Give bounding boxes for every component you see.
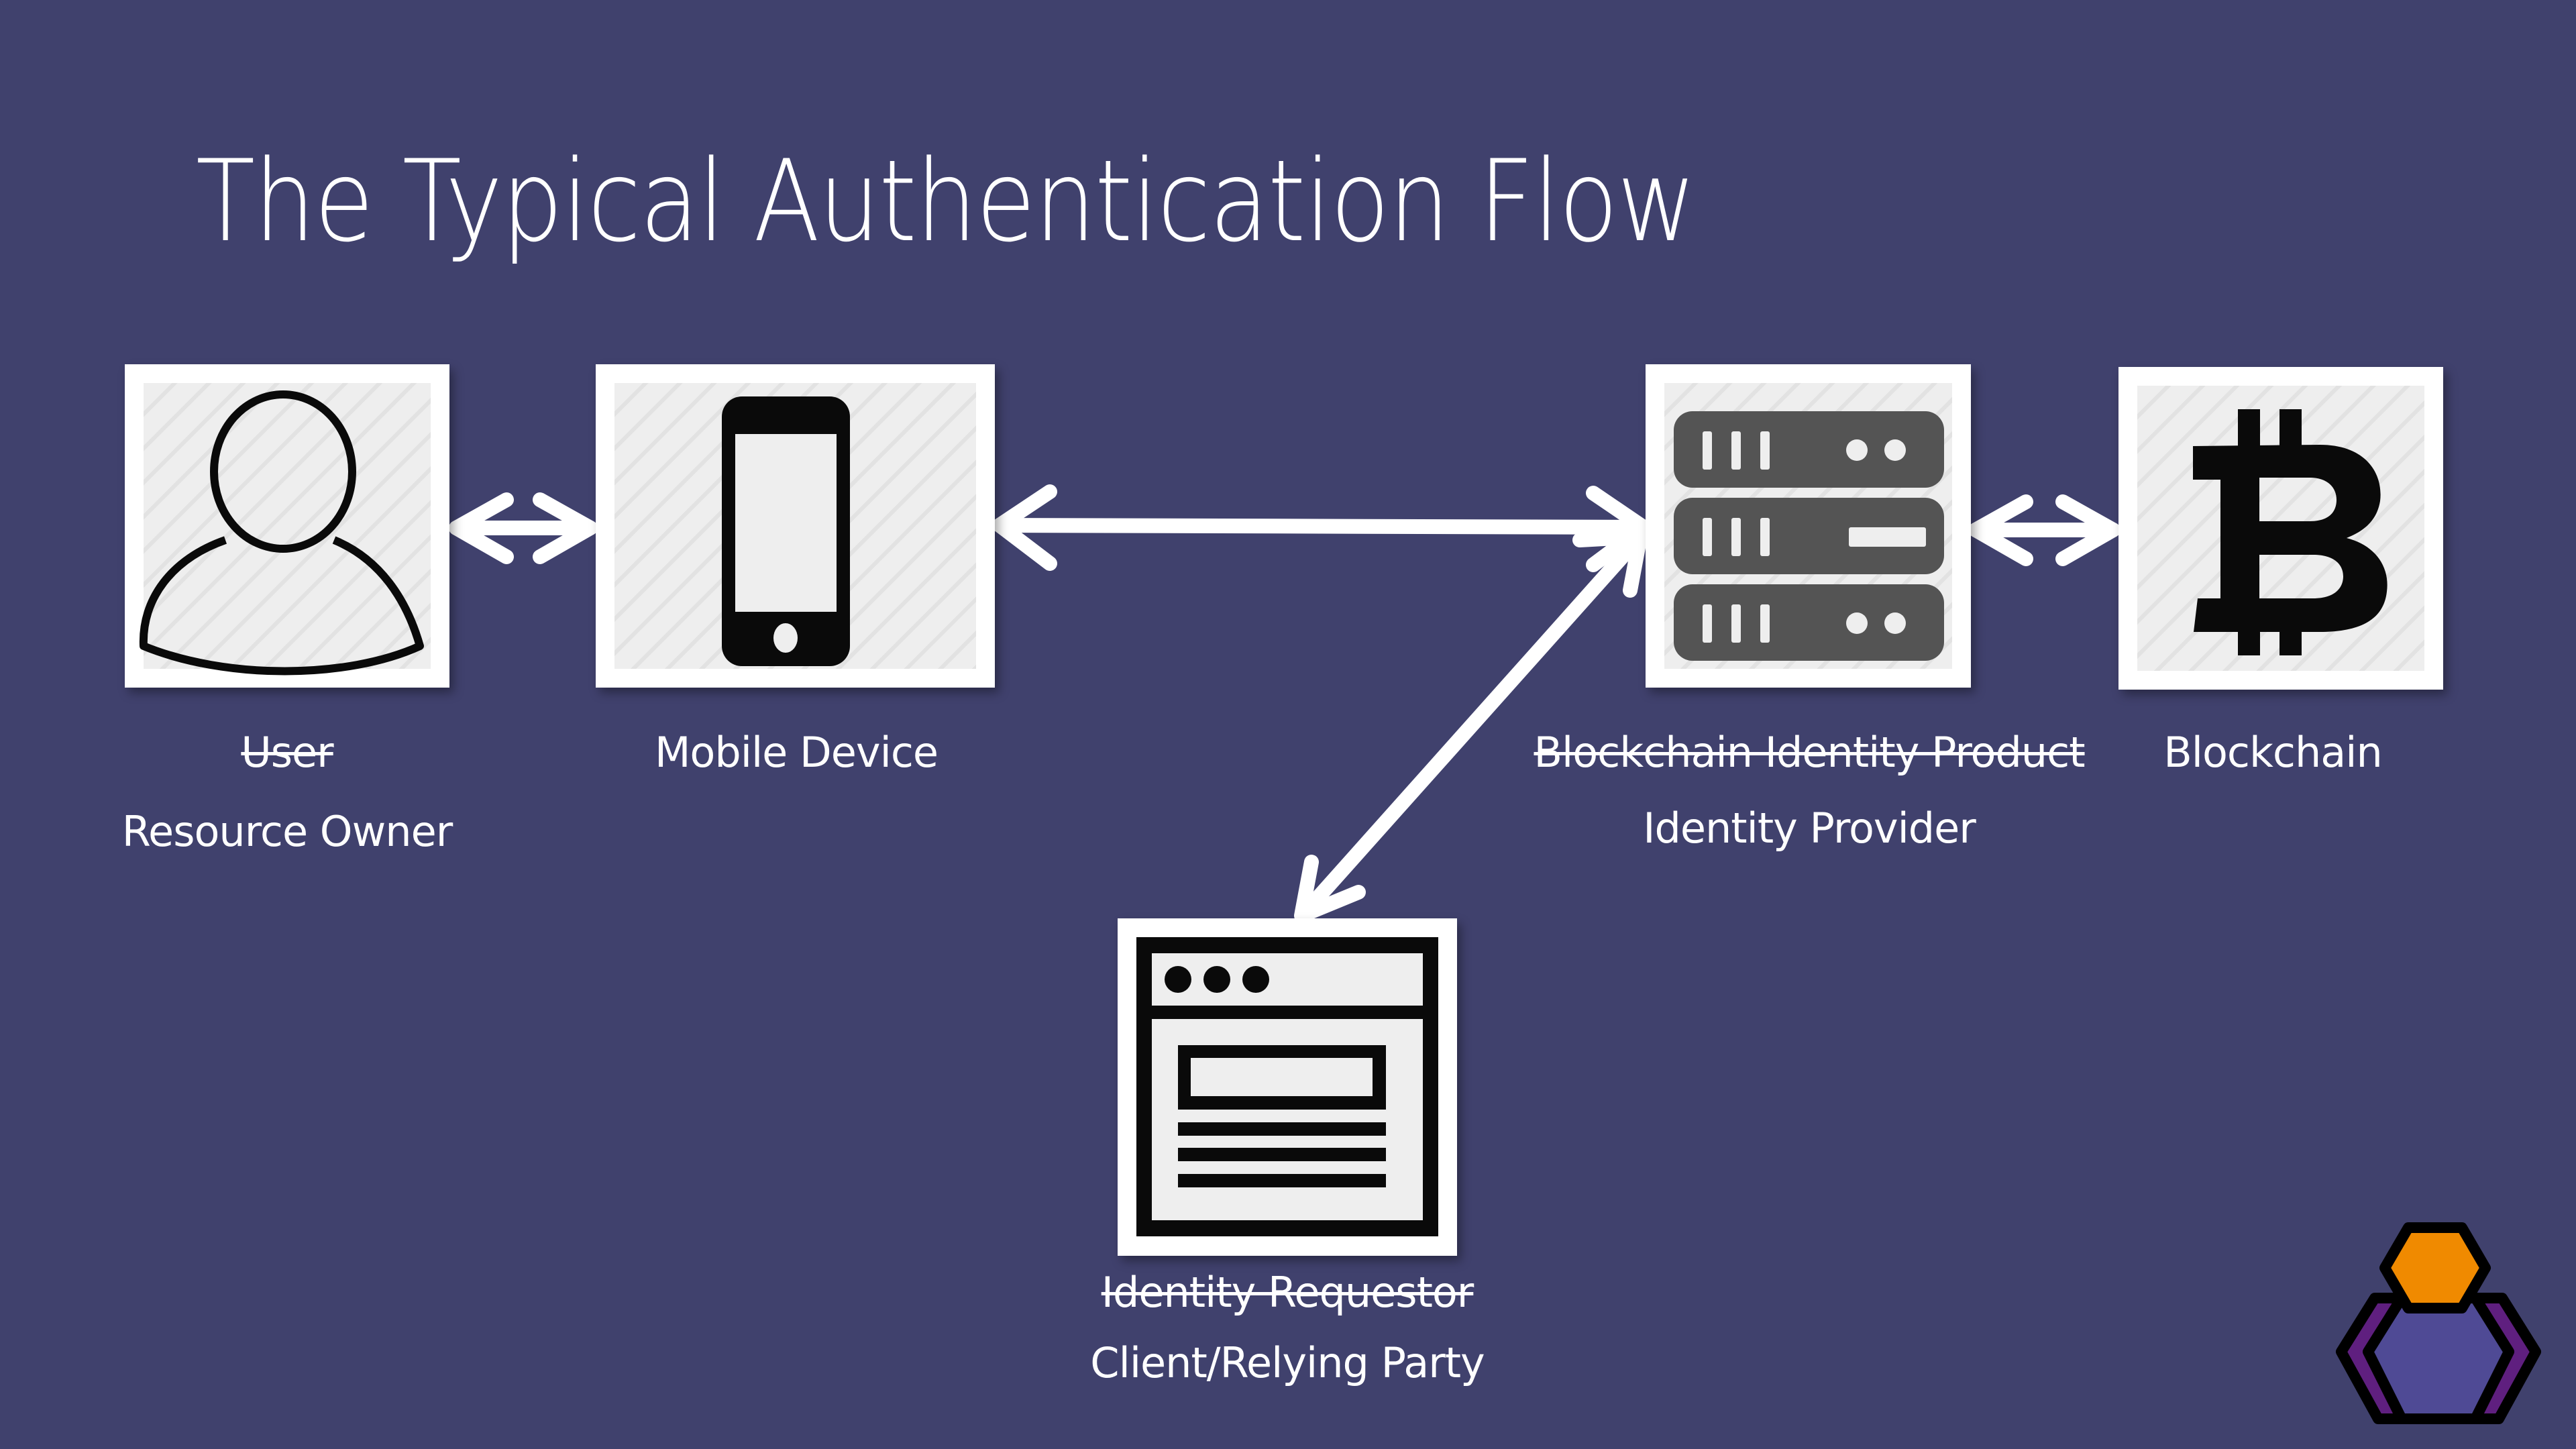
slide-title: The Typical Authentication Flow [196, 136, 1697, 267]
arrow-identity-provider-blockchain [1968, 494, 2121, 566]
bitcoin-icon [2193, 409, 2387, 655]
mobile-label: Mobile Device [654, 728, 938, 777]
user-label: Resource Owner [121, 807, 453, 856]
identity-provider-old-label: Blockchain Identity Product [1534, 728, 2085, 777]
node-mobile-device[interactable] [596, 364, 995, 688]
user-old-label: User [241, 728, 333, 777]
node-client[interactable] [1118, 918, 1457, 1256]
mobile-phone-icon [722, 396, 850, 666]
arrow-mobile-identity-provider [992, 484, 1651, 572]
client-old-label: Identity Requestor [1101, 1268, 1474, 1317]
node-user[interactable] [125, 364, 449, 688]
node-blockchain[interactable] [2118, 367, 2443, 690]
blockchain-label: Blockchain [2163, 728, 2383, 777]
arrow-user-mobile [449, 492, 598, 564]
client-label: Client/Relying Party [1090, 1338, 1485, 1387]
node-identity-provider[interactable] [1646, 364, 1971, 688]
arrow-identity-provider-client [1294, 529, 1648, 923]
server-rack-icon [1674, 411, 1944, 661]
browser-window-icon [1136, 937, 1438, 1236]
user-icon [139, 390, 424, 676]
hexagon-logo-icon [2336, 1222, 2541, 1424]
identity-provider-label: Identity Provider [1643, 804, 1976, 853]
